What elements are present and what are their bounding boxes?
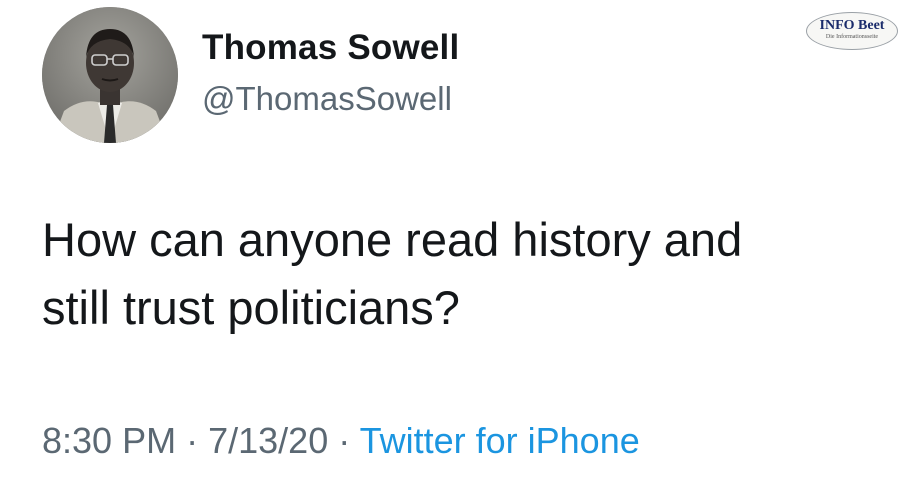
profile-photo-icon — [42, 7, 178, 143]
avatar[interactable] — [42, 7, 178, 143]
user-handle[interactable]: @ThomasSowell — [202, 80, 452, 118]
tweet-time[interactable]: 8:30 PM — [42, 420, 176, 461]
tweet-text-line: How can anyone read history and — [42, 213, 743, 266]
meta-separator: · — [186, 420, 199, 461]
watermark-title: INFO Beet — [819, 18, 885, 33]
watermark-logo: INFO Beet Die Informationsseite — [806, 12, 898, 50]
tweet-card: Thomas Sowell @ThomasSowell How can anyo… — [0, 0, 905, 490]
meta-separator: · — [338, 420, 351, 461]
tweet-meta: 8:30 PM · 7/13/20 · Twitter for iPhone — [42, 420, 640, 462]
tweet-text-line: still trust politicians? — [42, 281, 460, 334]
tweet-text: How can anyone read history and still tr… — [42, 206, 892, 342]
tweet-source-link[interactable]: Twitter for iPhone — [360, 420, 640, 461]
watermark-subtitle: Die Informationsseite — [825, 34, 879, 40]
tweet-date[interactable]: 7/13/20 — [208, 420, 328, 461]
display-name[interactable]: Thomas Sowell — [202, 28, 459, 68]
